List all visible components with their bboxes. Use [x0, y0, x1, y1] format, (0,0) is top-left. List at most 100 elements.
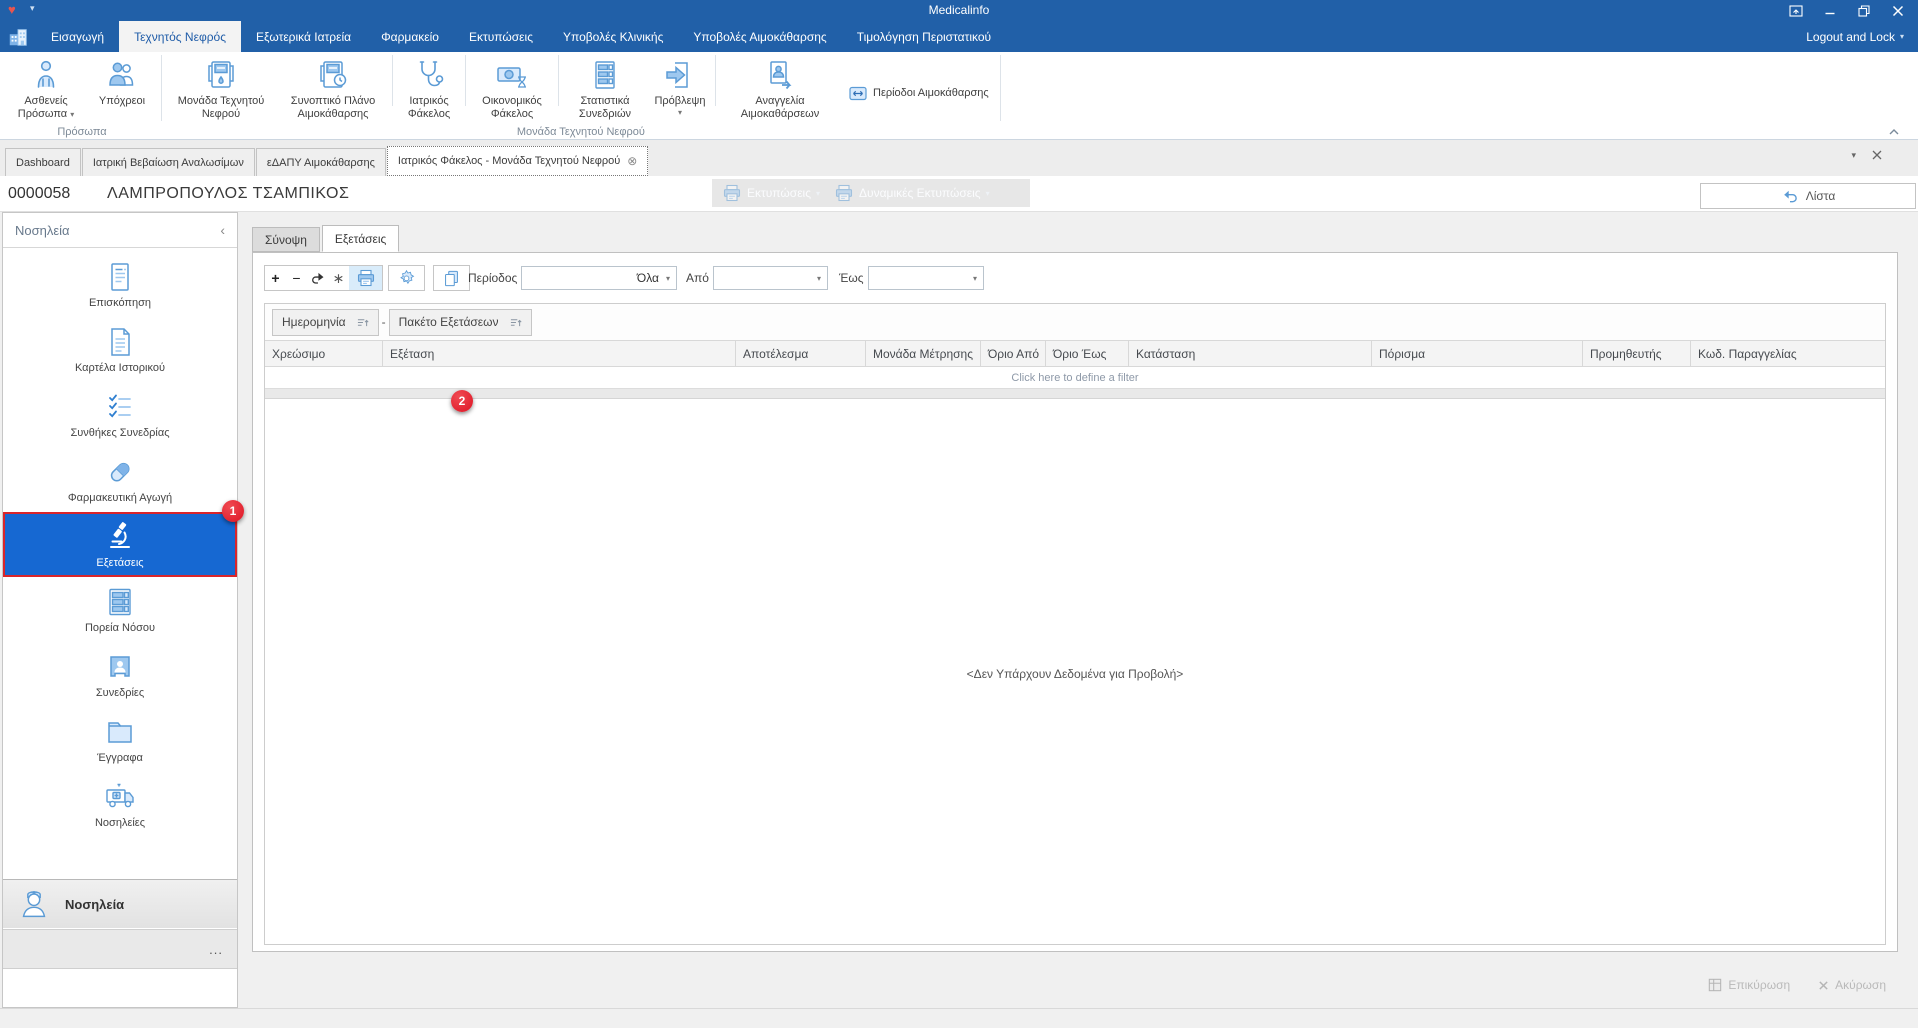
print-actions-strip: Εκτυπώσεις ▾ Δυναμικές Εκτυπώσεις ▾	[712, 179, 1030, 207]
save-grid-icon	[1708, 978, 1722, 992]
microscope-icon	[103, 520, 137, 554]
sidebar-item-nosileies[interactable]: Νοσηλείες	[3, 772, 237, 837]
column-header-xreosimo[interactable]: Χρεώσιμο	[265, 341, 383, 366]
new-record-button[interactable]: ∗	[328, 266, 349, 290]
group-connector: -	[381, 315, 386, 329]
restore-icon[interactable]	[1850, 1, 1878, 21]
doc-tab-iatriki-vevaiosi[interactable]: Ιατρική Βεβαίωση Αναλωσίμων	[81, 148, 255, 176]
column-header-monada[interactable]: Μονάδα Μέτρησης	[866, 341, 981, 366]
minimize-icon[interactable]	[1816, 1, 1844, 21]
column-header-apotelesma[interactable]: Αποτέλεσμα	[736, 341, 866, 366]
announcement-button[interactable]: Αναγγελία Αιμοκαθάρσεων	[719, 52, 841, 124]
patients-label: Ασθενείς Πρόσωπα	[17, 95, 68, 120]
dialysis-plan-button[interactable]: Συνοπτικό Πλάνο Αιμοκάθαρσης	[277, 52, 389, 124]
medical-file-label: Ιατρικός Φάκελος	[407, 95, 451, 120]
patients-button[interactable]: Ασθενείς Πρόσωπα ▾	[6, 52, 86, 124]
sidebar-item-exetaseis[interactable]: Εξετάσεις	[3, 512, 237, 577]
tab-list-chevron-icon[interactable]: ▾	[1851, 150, 1856, 161]
dynamic-prints-button[interactable]: Δυναμικές Εκτυπώσεις ▾	[834, 183, 990, 203]
financial-file-button[interactable]: Οικονομικός Φάκελος	[469, 52, 555, 124]
tab-close-icon[interactable]: ⊗	[627, 154, 637, 168]
session-stats-label: Στατιστικά Συνεδριών	[578, 95, 632, 120]
sidebar-item-kartela-istorikou[interactable]: Καρτέλα Ιστορικού	[3, 317, 237, 382]
person-card-icon	[103, 650, 137, 684]
confirm-button[interactable]: Επικύρωση	[1708, 978, 1790, 992]
chevron-down-icon: ▾	[972, 273, 977, 283]
prints-button[interactable]: Εκτυπώσεις ▾	[722, 183, 820, 203]
sidebar-item-synedries[interactable]: Συνεδρίες	[3, 642, 237, 707]
doc-tab-label: εΔΑΠΥ Αιμοκάθαρσης	[266, 156, 375, 169]
logout-and-lock-button[interactable]: Logout and Lock ▾	[1792, 21, 1918, 52]
doc-tab-dashboard[interactable]: Dashboard	[5, 148, 81, 176]
cancel-button[interactable]: Ακύρωση	[1818, 978, 1886, 992]
column-header-kod-paraggelias[interactable]: Κωδ. Παραγγελίας	[1691, 341, 1885, 366]
dialysis-periods-label: Περίοδοι Αιμοκάθαρσης	[873, 87, 989, 99]
app-icon[interactable]	[0, 21, 36, 52]
add-record-button[interactable]: +	[265, 266, 286, 290]
dialysis-periods-button[interactable]: Περίοδοι Αιμοκάθαρσης	[841, 82, 997, 104]
menu-tab-eisagogi[interactable]: Εισαγωγή	[36, 21, 119, 52]
session-stats-button[interactable]: Στατιστικά Συνεδριών	[562, 52, 648, 124]
group-by-panel[interactable]: Ημερομηνία - Πακέτο Εξετάσεων	[265, 304, 1885, 340]
gear-icon[interactable]	[389, 266, 424, 290]
from-label: Από	[686, 271, 709, 285]
sidebar-item-eggrafa[interactable]: Έγγραφα	[3, 707, 237, 772]
copy-group	[433, 265, 470, 291]
doc-tab-iatrikos-fakelos[interactable]: Ιατρικός Φάκελος - Μονάδα Τεχνητού Νεφρο…	[386, 146, 649, 176]
ribbon-options-icon[interactable]	[1782, 1, 1810, 21]
column-header-katastasi[interactable]: Κατάσταση	[1129, 341, 1372, 366]
menu-tab-ektyposeis[interactable]: Εκτυπώσεις	[454, 21, 548, 52]
to-date-select[interactable]: ▾	[868, 266, 984, 290]
close-icon[interactable]	[1884, 1, 1912, 21]
announcement-icon	[763, 57, 797, 93]
tab-synopsi[interactable]: Σύνοψη	[252, 227, 320, 252]
menu-tab-texnitos-nefros[interactable]: Τεχνητός Νεφρός	[119, 21, 242, 52]
period-select[interactable]: Όλα ▾	[521, 266, 677, 290]
dialysis-unit-label: Μονάδα Τεχνητού Νεφρού	[177, 95, 265, 120]
column-header-orio-apo[interactable]: Όριο Από	[981, 341, 1046, 366]
list-label: Λίστα	[1805, 189, 1836, 203]
document-icon	[103, 260, 137, 294]
sidebar-footer-label: Νοσηλεία	[65, 896, 125, 912]
doc-tab-label: Dashboard	[16, 156, 70, 169]
group-chip-paketo-exetaseon[interactable]: Πακέτο Εξετάσεων	[388, 308, 532, 336]
print-button[interactable]	[349, 266, 382, 290]
sidebar-footer-nosileia[interactable]: Νοσηλεία	[3, 879, 237, 928]
tab-bar-close-icon[interactable]	[1872, 150, 1882, 161]
column-header-exetasi[interactable]: Εξέταση	[383, 341, 736, 366]
delete-record-button[interactable]: −	[286, 266, 307, 290]
copy-icon[interactable]	[434, 266, 469, 290]
checklist-icon	[103, 390, 137, 424]
menu-tab-ypovoles-aimokatharsis[interactable]: Υποβολές Αιμοκάθαρσης	[678, 21, 841, 52]
tab-exetaseis[interactable]: Εξετάσεις	[321, 225, 400, 252]
column-header-orio-eos[interactable]: Όριο Έως	[1046, 341, 1129, 366]
forecast-button[interactable]: Πρόβλεψη ▾	[648, 52, 712, 124]
sidebar-item-episkopisi[interactable]: Επισκόπηση	[3, 252, 237, 317]
menu-tab-exoterika-iatreia[interactable]: Εξωτερικά Ιατρεία	[241, 21, 366, 52]
dialysis-unit-button[interactable]: Μονάδα Τεχνητού Νεφρού	[165, 52, 277, 124]
sidebar-item-synthikes-synedrias[interactable]: Συνθήκες Συνεδρίας	[3, 382, 237, 447]
collapse-ribbon-icon[interactable]	[1888, 128, 1900, 136]
menu-tab-ypovoles-klinikis[interactable]: Υποβολές Κλινικής	[548, 21, 678, 52]
chevron-down-icon: ▾	[665, 273, 670, 283]
menu-tab-timologisi[interactable]: Τιμολόγηση Περιστατικού	[842, 21, 1006, 52]
column-header-promitheftis[interactable]: Προμηθευτής	[1583, 341, 1691, 366]
refresh-button[interactable]	[307, 266, 328, 290]
swap-arrows-icon	[849, 86, 867, 101]
obligors-button[interactable]: Υπόχρεοι	[86, 52, 158, 124]
sidebar-overflow-button[interactable]: ...	[3, 929, 237, 969]
filter-row[interactable]: Click here to define a filter	[265, 367, 1885, 389]
list-button[interactable]: Λίστα	[1700, 183, 1916, 209]
group-chip-imerominia[interactable]: Ημερομηνία	[272, 308, 379, 336]
column-header-porisma[interactable]: Πόρισμα	[1372, 341, 1583, 366]
menu-tab-farmakeio[interactable]: Φαρμακείο	[366, 21, 454, 52]
sidebar-item-poreia-nosou[interactable]: Πορεία Νόσου	[3, 577, 237, 642]
collapse-sidebar-icon[interactable]: ‹	[220, 222, 225, 238]
from-date-select[interactable]: ▾	[713, 266, 828, 290]
chevron-down-icon: ▾	[677, 108, 682, 117]
sidebar-item-farmakeftiki-agogi[interactable]: Φαρμακευτική Αγωγή	[3, 447, 237, 512]
group-label-monada: Μονάδα Τεχνητού Νεφρού	[516, 126, 645, 138]
medical-file-button[interactable]: Ιατρικός Φάκελος	[396, 52, 462, 124]
doc-tab-edapy[interactable]: εΔΑΠΥ Αιμοκάθαρσης	[255, 148, 386, 176]
sidebar-item-label: Νοσηλείες	[94, 817, 146, 829]
